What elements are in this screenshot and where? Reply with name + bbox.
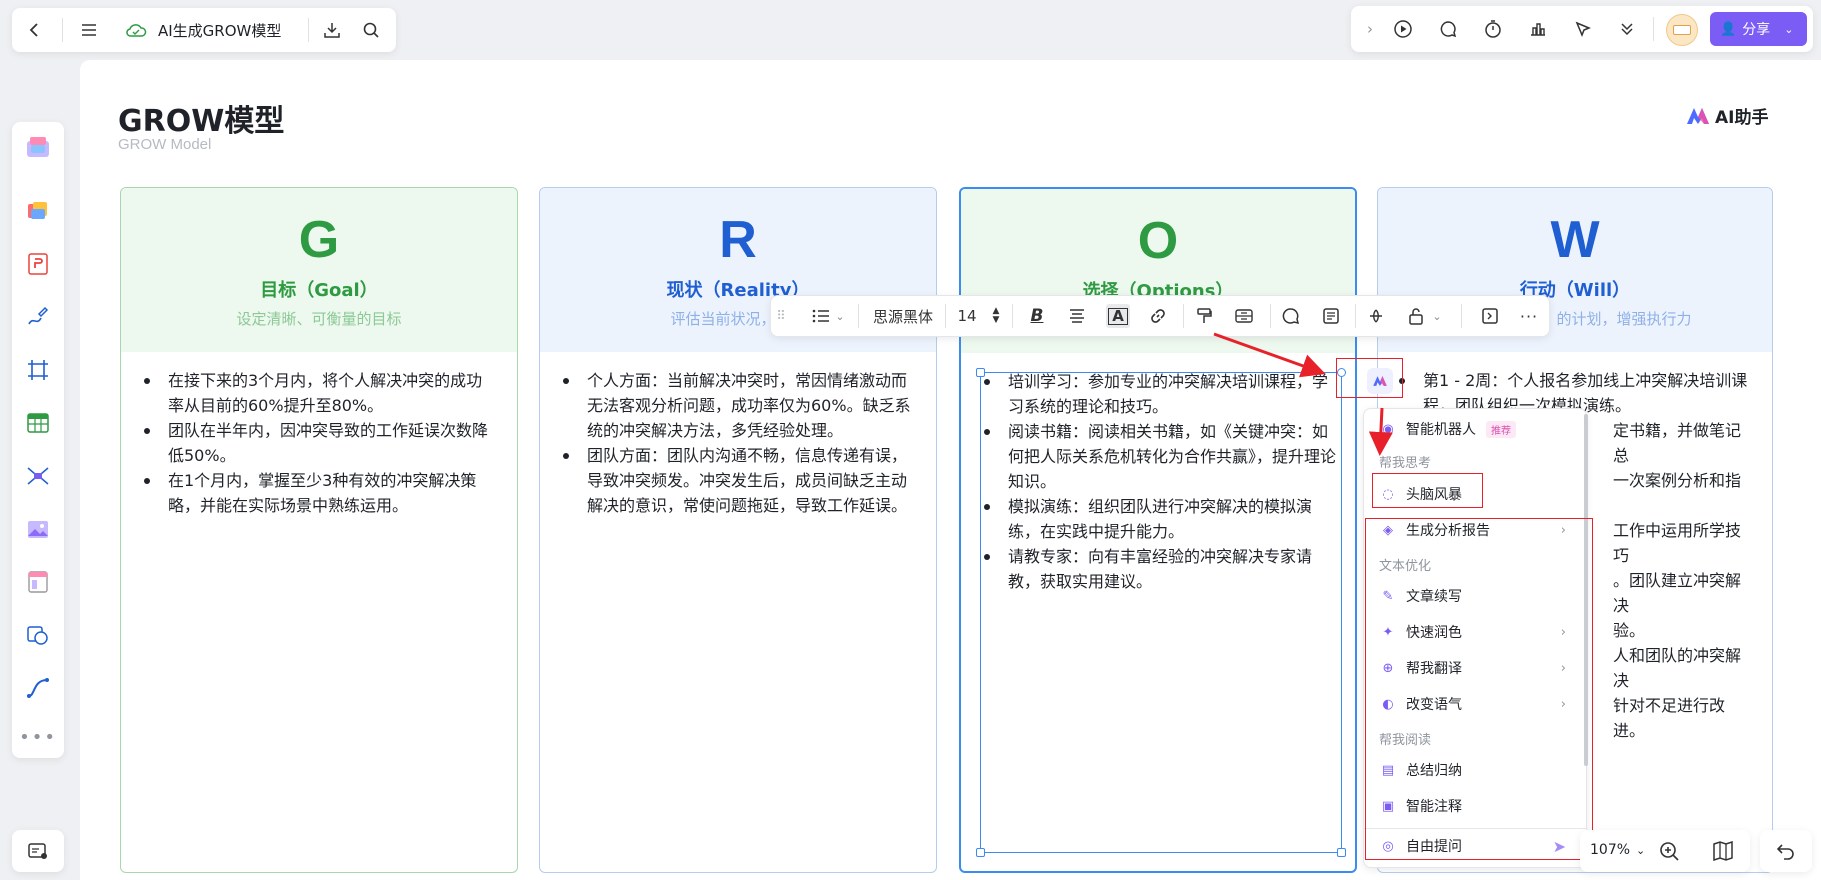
chevron-down-icon: ⌄ bbox=[1636, 843, 1646, 857]
annotation-arrows bbox=[1213, 332, 1393, 456]
undo-icon bbox=[1776, 844, 1794, 860]
zoom-in-icon[interactable] bbox=[1658, 840, 1680, 866]
undo-button[interactable] bbox=[1760, 830, 1812, 872]
book-icon[interactable] bbox=[1712, 840, 1734, 865]
zoom-level[interactable]: 107% ⌄ bbox=[1590, 842, 1645, 858]
zoom-value: 107% bbox=[1590, 842, 1631, 858]
